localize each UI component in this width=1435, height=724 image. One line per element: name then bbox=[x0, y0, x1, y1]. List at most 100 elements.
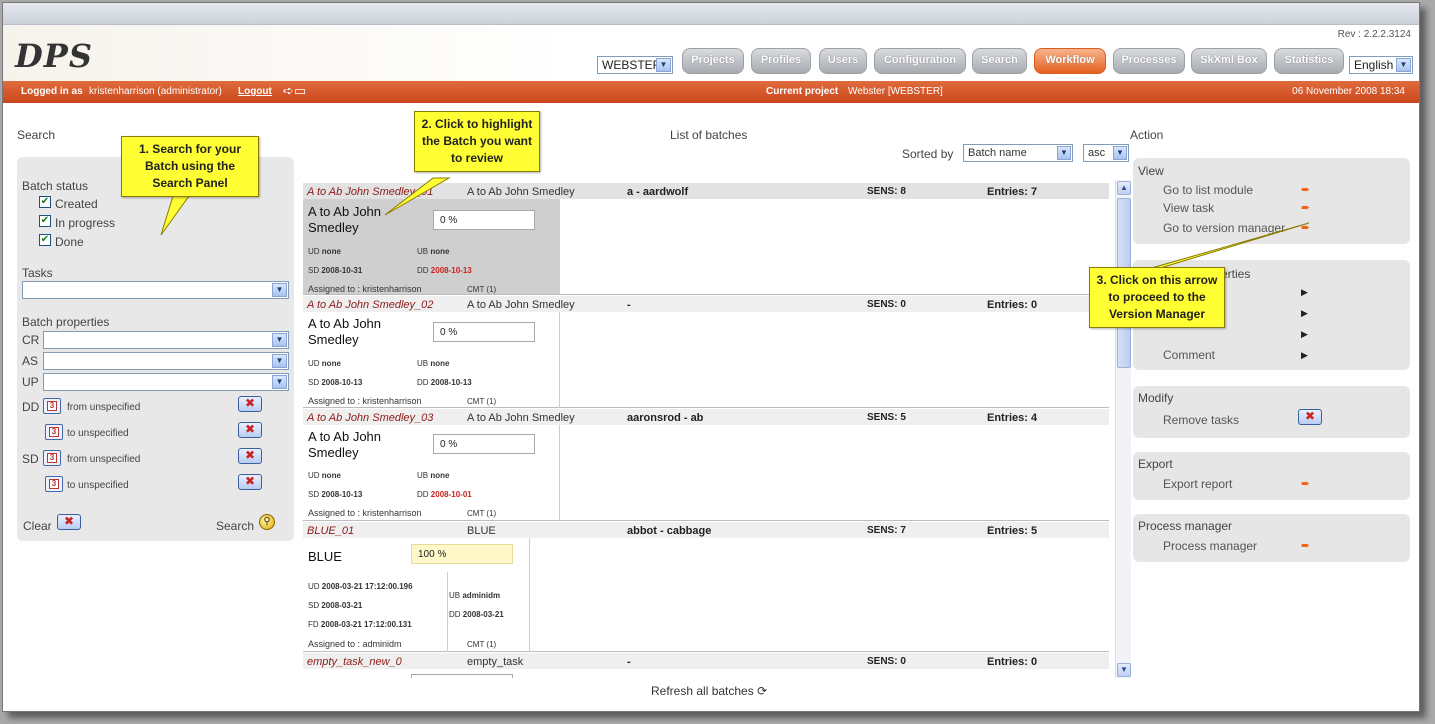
nav-workflow[interactable]: Workflow bbox=[1034, 48, 1106, 74]
checkbox-created[interactable]: ✔ bbox=[39, 196, 51, 208]
property-arrow-icon[interactable]: ▶ bbox=[1301, 329, 1308, 340]
nav-search[interactable]: Search bbox=[972, 48, 1027, 74]
comment-arrow-icon[interactable]: ▶ bbox=[1301, 350, 1308, 361]
assigned-to: Assigned to : kristenharrison bbox=[308, 508, 422, 518]
process-manager-arrow-icon[interactable]: ➨ bbox=[1301, 541, 1313, 552]
remove-tasks-icon[interactable]: ✖ bbox=[1298, 409, 1322, 425]
export-report[interactable]: Export report bbox=[1163, 477, 1232, 491]
nav-profiles[interactable]: Profiles bbox=[751, 48, 811, 74]
progress-box: 100 % bbox=[411, 544, 513, 564]
sd-from-clear-icon[interactable]: ✖ bbox=[238, 448, 262, 464]
sd-to-calendar-icon[interactable]: 3 bbox=[45, 476, 63, 492]
as-select[interactable]: ▼ bbox=[43, 352, 289, 370]
sd-from-calendar-icon[interactable]: 3 bbox=[43, 450, 61, 466]
dd-from-calendar-icon[interactable]: 3 bbox=[43, 398, 61, 414]
batch-row[interactable]: empty_task_new_0 empty_task - SENS: 0 En… bbox=[303, 653, 1109, 678]
meta-value: none bbox=[321, 471, 341, 480]
meta-value: none bbox=[430, 247, 450, 256]
clear-button-label[interactable]: Clear bbox=[23, 519, 52, 533]
nav-projects[interactable]: Projects bbox=[682, 48, 744, 74]
sort-field-select[interactable]: Batch name ▼ bbox=[963, 144, 1073, 162]
logout-door-icon[interactable]: ➪▭ bbox=[283, 83, 306, 99]
status-created-label: Created bbox=[55, 197, 98, 211]
comment-count[interactable]: CMT (1) bbox=[467, 640, 496, 649]
dd-from-clear-icon[interactable]: ✖ bbox=[238, 396, 262, 412]
export-report-arrow-icon[interactable]: ➨ bbox=[1301, 479, 1313, 490]
batch-row[interactable]: BLUE_01 BLUE abbot - cabbage SENS: 7 Ent… bbox=[303, 522, 1109, 652]
batch-name[interactable]: BLUE_01 bbox=[307, 525, 354, 537]
view-task-arrow-icon[interactable]: ➨ bbox=[1301, 203, 1313, 214]
nav-processes[interactable]: Processes bbox=[1113, 48, 1185, 74]
meta-value: 2008-10-13 bbox=[430, 378, 472, 387]
ud-meta: UD none bbox=[308, 471, 341, 480]
dd-to-clear-icon[interactable]: ✖ bbox=[238, 422, 262, 438]
dd-from-label: from unspecified bbox=[67, 402, 141, 413]
logout-link[interactable]: Logout bbox=[238, 86, 272, 97]
cr-select[interactable]: ▼ bbox=[43, 331, 289, 349]
current-project-value: Webster [WEBSTER] bbox=[848, 86, 943, 97]
sort-order-select[interactable]: asc ▼ bbox=[1083, 144, 1129, 162]
current-datetime: 06 November 2008 18:34 bbox=[1292, 86, 1405, 97]
nav-skxml-box[interactable]: SkXml Box bbox=[1191, 48, 1267, 74]
language-select[interactable]: English ▼ bbox=[1349, 56, 1413, 74]
nav-users[interactable]: Users bbox=[819, 48, 867, 74]
meta-label: FD bbox=[308, 620, 319, 629]
batch-name[interactable]: A to Ab John Smedley_02 bbox=[307, 299, 433, 311]
dps-logo: DPS bbox=[15, 37, 93, 75]
remove-tasks[interactable]: Remove tasks bbox=[1163, 413, 1239, 427]
project-select[interactable]: WEBSTER ▼ bbox=[597, 56, 673, 74]
comment-item[interactable]: Comment bbox=[1163, 348, 1215, 362]
modify-title: Modify bbox=[1138, 391, 1174, 405]
nav-configuration[interactable]: Configuration bbox=[874, 48, 966, 74]
meta-value: none bbox=[430, 359, 450, 368]
go-to-version-manager[interactable]: Go to version manager bbox=[1163, 221, 1285, 235]
checkbox-done[interactable]: ✔ bbox=[39, 234, 51, 246]
dd-to-calendar-icon[interactable]: 3 bbox=[45, 424, 63, 440]
batch-short-name: A to Ab John Smedley bbox=[467, 299, 575, 311]
comment-count[interactable]: CMT (1) bbox=[467, 285, 496, 294]
batch-name[interactable]: A to Ab John Smedley_03 bbox=[307, 412, 433, 424]
process-manager-item[interactable]: Process manager bbox=[1163, 539, 1257, 553]
process-manager-title: Process manager bbox=[1138, 519, 1233, 533]
batch-list-scrollbar[interactable]: ▲ ▼ bbox=[1115, 180, 1131, 678]
checkbox-in-progress[interactable]: ✔ bbox=[39, 215, 51, 227]
batch-sens: SENS: 8 bbox=[867, 186, 906, 197]
language-value: English bbox=[1354, 58, 1394, 72]
batch-name[interactable]: empty_task_new_0 bbox=[307, 656, 402, 668]
search-magnifier-icon[interactable]: ⚲ bbox=[259, 514, 275, 530]
view-task[interactable]: View task bbox=[1163, 201, 1214, 215]
refresh-all-batches[interactable]: Refresh all batches ⟳ bbox=[651, 684, 767, 698]
property-arrow-icon[interactable]: ▶ bbox=[1301, 287, 1308, 298]
scroll-up-icon[interactable]: ▲ bbox=[1117, 181, 1131, 195]
comment-count[interactable]: CMT (1) bbox=[467, 509, 496, 518]
meta-value: 2008-10-13 bbox=[321, 490, 363, 499]
batch-entries: Entries: 5 bbox=[987, 525, 1038, 537]
sd-to-clear-icon[interactable]: ✖ bbox=[238, 474, 262, 490]
batch-name[interactable]: A to Ab John Smedley_01 bbox=[307, 186, 433, 198]
ub-meta: UB none bbox=[417, 359, 449, 368]
up-select[interactable]: ▼ bbox=[43, 373, 289, 391]
sd-meta: SD 2008-10-31 bbox=[308, 266, 362, 275]
go-to-list-module-arrow-icon[interactable]: ➨ bbox=[1301, 185, 1313, 196]
batch-row[interactable]: A to Ab John Smedley_03 A to Ab John Sme… bbox=[303, 409, 1109, 521]
batch-sens: SENS: 5 bbox=[867, 412, 906, 423]
batch-entries: Entries: 0 bbox=[987, 299, 1038, 311]
go-to-list-module[interactable]: Go to list module bbox=[1163, 183, 1253, 197]
scroll-down-icon[interactable]: ▼ bbox=[1117, 663, 1131, 677]
dd-meta: DD 2008-10-01 bbox=[417, 490, 472, 499]
batch-row[interactable]: A to Ab John Smedley_02 A to Ab John Sme… bbox=[303, 296, 1109, 408]
nav-statistics[interactable]: Statistics bbox=[1274, 48, 1344, 74]
tasks-select[interactable]: ▼ bbox=[22, 281, 289, 299]
clear-icon[interactable]: ✖ bbox=[57, 514, 81, 530]
search-button-label[interactable]: Search bbox=[216, 519, 254, 533]
nav-label: Users bbox=[827, 54, 859, 66]
ud-meta: UD 2008-03-21 17:12:00.196 bbox=[308, 582, 413, 591]
go-to-version-manager-arrow-icon[interactable]: ➨ bbox=[1301, 223, 1313, 234]
meta-value: 2008-03-21 17:12:00.196 bbox=[321, 582, 413, 591]
ub-meta: UB adminidm bbox=[449, 591, 500, 600]
comment-count[interactable]: CMT (1) bbox=[467, 397, 496, 406]
property-arrow-icon[interactable]: ▶ bbox=[1301, 308, 1308, 319]
batch-row[interactable]: A to Ab John Smedley_01 A to Ab John Sme… bbox=[303, 183, 1109, 295]
refresh-icon[interactable]: ⟳ bbox=[757, 684, 767, 698]
meta-label: SD bbox=[308, 266, 320, 275]
